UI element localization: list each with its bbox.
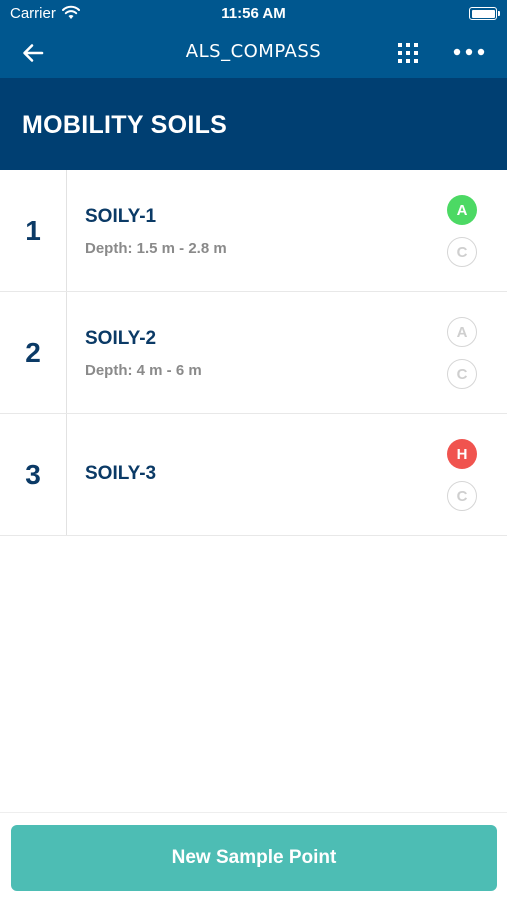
status-time: 11:56 AM — [221, 5, 286, 22]
more-dots-icon[interactable] — [452, 46, 486, 58]
navigation-bar: ALS_COMPASS — [0, 28, 507, 78]
sample-number: 1 — [0, 170, 67, 291]
sample-number: 3 — [0, 414, 67, 535]
sample-depth: Depth: 4 m - 6 m — [85, 362, 202, 379]
new-sample-point-button[interactable]: New Sample Point — [11, 825, 497, 891]
status-bar: Carrier 11:56 AM — [0, 0, 507, 28]
battery-icon — [469, 7, 500, 20]
app-title: ALS_COMPASS — [185, 41, 322, 62]
status-badge-c: C — [447, 237, 477, 267]
sample-name: SOILY-1 — [85, 206, 157, 227]
page-title: MOBILITY SOILS — [22, 111, 228, 139]
status-badge-h: H — [447, 439, 477, 469]
sample-row-1[interactable]: 1 SOILY-1 Depth: 1.5 m - 2.8 m A C — [0, 170, 507, 292]
sample-name: SOILY-2 — [85, 328, 157, 349]
status-badge-c: C — [447, 359, 477, 389]
status-badge-a: A — [447, 195, 477, 225]
status-badge-a: A — [447, 317, 477, 347]
page-header: MOBILITY SOILS — [0, 78, 507, 170]
sample-list: 1 SOILY-1 Depth: 1.5 m - 2.8 m A C 2 SOI… — [0, 170, 507, 536]
status-badge-c: C — [447, 481, 477, 511]
footer-bar: New Sample Point — [0, 812, 507, 900]
sample-name: SOILY-3 — [85, 463, 157, 484]
grid-icon[interactable] — [396, 41, 420, 65]
sample-depth: Depth: 1.5 m - 2.8 m — [85, 240, 227, 257]
sample-row-3[interactable]: 3 SOILY-3 H C — [0, 414, 507, 536]
sample-number: 2 — [0, 292, 67, 413]
sample-row-2[interactable]: 2 SOILY-2 Depth: 4 m - 6 m A C — [0, 292, 507, 414]
